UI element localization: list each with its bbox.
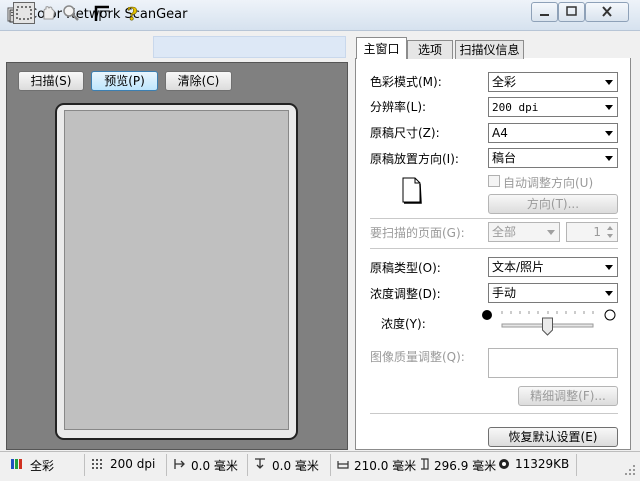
separator: [370, 218, 618, 219]
resolution-label: 分辨率(L):: [370, 100, 427, 114]
status-divider: [330, 454, 331, 476]
chevron-down-icon: [605, 291, 613, 296]
top-offset-icon: [255, 458, 265, 469]
resolution-grid-icon: [92, 459, 102, 469]
pages-stepper-value: 1: [593, 225, 601, 239]
status-divider: [247, 454, 248, 476]
fine-adjust-button[interactable]: 精细调整(F)...: [518, 386, 618, 406]
hand-icon: [43, 6, 55, 20]
chevron-down-icon: [605, 265, 613, 270]
status-divider: [84, 454, 85, 476]
image-quality-label: 图像质量调整(Q):: [370, 350, 465, 364]
height-icon: [421, 458, 429, 470]
auto-orient-label: 自动调整方向(U): [503, 176, 594, 190]
orientation-select[interactable]: 稿台: [488, 148, 618, 168]
status-color-mode: 全彩: [30, 459, 55, 473]
pages-select[interactable]: 全部: [488, 222, 560, 242]
toolstrip-spacer: [153, 36, 346, 58]
density-adjust-select[interactable]: 手动: [488, 283, 618, 303]
stepper-arrows-icon[interactable]: [604, 224, 616, 240]
original-type-select[interactable]: 文本/照片: [488, 257, 618, 277]
dark-end-icon: [482, 310, 492, 320]
color-mode-label: 色彩模式(M):: [370, 75, 442, 89]
magnifier-icon: [63, 5, 79, 21]
pages-stepper[interactable]: 1: [566, 222, 618, 242]
page-orientation-icon: [402, 177, 422, 204]
width-icon: [337, 461, 349, 469]
original-size-select[interactable]: A4: [488, 123, 618, 143]
orientation-value: 稿台: [492, 151, 517, 165]
minimize-button[interactable]: [531, 2, 558, 22]
status-top-offset: 0.0 毫米: [272, 459, 319, 473]
auto-orient-checkbox[interactable]: [488, 175, 500, 187]
preview-button[interactable]: 预览(P): [91, 71, 158, 91]
color-mode-icon: [11, 459, 22, 469]
original-type-value: 文本/照片: [492, 260, 545, 274]
maximize-icon: [566, 6, 577, 16]
svg-text:?: ?: [127, 4, 138, 24]
corner-icon: [94, 5, 109, 21]
crop-corner-tool[interactable]: [91, 2, 113, 24]
pages-label: 要扫描的页面(G):: [370, 226, 465, 240]
chevron-down-icon: [605, 80, 613, 85]
scan-button[interactable]: 扫描(S): [18, 71, 84, 91]
light-end-icon: [604, 309, 616, 321]
chevron-down-icon: [605, 131, 613, 136]
chevron-down-icon: [605, 105, 613, 110]
close-button[interactable]: [585, 2, 629, 22]
resolution-select[interactable]: 200 dpi: [488, 97, 618, 117]
marquee-icon: [16, 6, 32, 20]
left-offset-icon: [174, 459, 185, 469]
original-size-label: 原稿尺寸(Z):: [370, 126, 440, 140]
chevron-down-icon: [547, 230, 555, 235]
tab-main[interactable]: 主窗口: [356, 37, 407, 59]
help-tool[interactable]: ?: [122, 2, 144, 26]
density-slider[interactable]: [480, 307, 620, 337]
maximize-button[interactable]: [558, 2, 585, 22]
resize-grip-icon[interactable]: [624, 464, 636, 476]
original-type-label: 原稿类型(O):: [370, 261, 441, 275]
color-mode-value: 全彩: [492, 75, 517, 89]
status-divider: [166, 454, 167, 476]
help-question-icon: ?: [127, 4, 138, 26]
status-left-offset: 0.0 毫米: [191, 459, 238, 473]
pan-tool[interactable]: [37, 2, 59, 24]
density-adjust-value: 手动: [492, 286, 517, 300]
restore-defaults-button[interactable]: 恢复默认设置(E): [488, 427, 618, 447]
direction-button[interactable]: 方向(T)...: [488, 194, 618, 214]
status-width: 210.0 毫米: [354, 459, 417, 473]
resolution-value: 200 dpi: [492, 101, 539, 114]
color-mode-select[interactable]: 全彩: [488, 72, 618, 92]
density-label: 浓度(Y):: [381, 317, 426, 331]
close-icon: [602, 6, 612, 17]
status-divider: [576, 454, 577, 476]
preview-page[interactable]: [64, 110, 289, 430]
tab-options[interactable]: 选项: [407, 40, 453, 59]
status-resolution: 200 dpi: [110, 457, 156, 471]
pages-value: 全部: [492, 225, 517, 239]
minimize-icon: [540, 14, 549, 16]
zoom-tool[interactable]: [60, 2, 82, 24]
orientation-label: 原稿放置方向(I):: [370, 152, 459, 166]
separator: [370, 413, 618, 414]
select-area-tool[interactable]: [13, 2, 35, 24]
status-file-size: 11329KB: [515, 457, 570, 471]
original-size-value: A4: [492, 126, 508, 140]
clear-button[interactable]: 清除(C): [165, 71, 232, 91]
separator: [370, 248, 618, 249]
status-height: 296.9 毫米: [434, 459, 497, 473]
file-size-icon: [499, 459, 509, 469]
slider-thumb[interactable]: [542, 317, 553, 336]
tab-scanner-info[interactable]: 扫描仪信息: [455, 40, 524, 59]
image-quality-box: [488, 348, 618, 378]
density-adjust-label: 浓度调整(D):: [370, 287, 441, 301]
chevron-down-icon: [605, 156, 613, 161]
